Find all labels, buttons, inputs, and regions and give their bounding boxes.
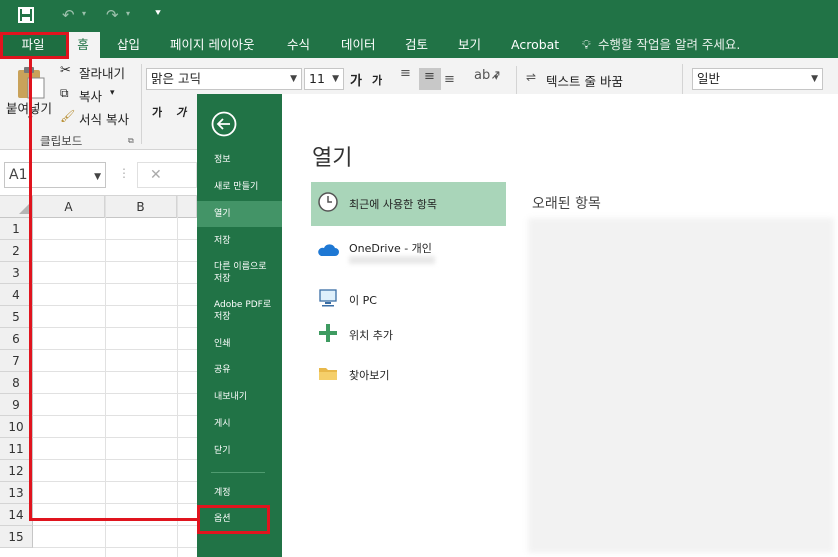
- tab-data[interactable]: 데이터: [341, 32, 376, 58]
- cloud-icon: [318, 244, 339, 256]
- number-format-value: 일반: [697, 71, 721, 86]
- save-icon[interactable]: [18, 7, 34, 23]
- tab-view[interactable]: 보기: [458, 32, 481, 58]
- tab-acrobat[interactable]: Acrobat: [511, 32, 559, 58]
- wrap-text-icon: ⇌: [526, 70, 537, 84]
- column-header-a[interactable]: A: [33, 196, 105, 218]
- tab-insert[interactable]: 삽입: [117, 32, 140, 58]
- bold-button[interactable]: 가: [152, 104, 162, 120]
- tell-me-box[interactable]: 수행할 작업을 알려 주세요.: [598, 32, 740, 58]
- nav-print[interactable]: 인쇄: [197, 338, 282, 350]
- clipboard-launcher-icon[interactable]: ⧉: [128, 136, 134, 146]
- number-format-combo[interactable]: 일반 ▼: [692, 68, 823, 90]
- location-add-place[interactable]: 위치 추가: [311, 313, 506, 357]
- column-header-b[interactable]: B: [105, 196, 177, 218]
- computer-icon: [319, 289, 337, 307]
- nav-publish[interactable]: 게시: [197, 418, 282, 430]
- group-divider: [141, 64, 142, 144]
- title-bar: ↶ ▾ ↷ ▾ ⯆: [0, 0, 838, 32]
- font-name-combo[interactable]: 맑은 고딕 ▼: [146, 68, 302, 90]
- blurred-account: [349, 256, 435, 264]
- clipboard-group-label: 클립보드: [40, 134, 83, 148]
- undo-icon[interactable]: ↶: [62, 6, 75, 24]
- nav-save[interactable]: 저장: [197, 235, 282, 247]
- customize-icon[interactable]: ⯆: [154, 8, 162, 19]
- cut-button[interactable]: 잘라내기: [79, 63, 125, 82]
- font-size-value: 11: [309, 71, 325, 86]
- nav-save-as[interactable]: 다른 이름으로 저장: [197, 261, 282, 285]
- plus-icon: [319, 324, 337, 342]
- back-arrow-icon[interactable]: [211, 111, 237, 137]
- chevron-down-icon: ▼: [94, 172, 101, 182]
- ribbon-tabs: 파일 홈 삽입 페이지 레이아웃 수식 데이터 검토 보기 Acrobat 💡︎…: [0, 32, 838, 58]
- nav-share[interactable]: 공유: [197, 364, 282, 376]
- annotation-line: [29, 58, 32, 521]
- column-header-c[interactable]: [177, 196, 197, 218]
- nav-info[interactable]: 정보: [197, 154, 282, 166]
- backstage-open-panel: 열기 최근에 사용한 항목 OneDrive - 개인 이 PC 위치 추가 찾…: [282, 94, 838, 557]
- nav-close[interactable]: 닫기: [197, 445, 282, 457]
- shrink-font-button[interactable]: 가: [372, 72, 382, 88]
- format-painter-button[interactable]: 서식 복사: [79, 109, 129, 128]
- nav-export[interactable]: 내보내기: [197, 391, 282, 403]
- tab-page-layout[interactable]: 페이지 레이아웃: [170, 32, 254, 58]
- location-recent[interactable]: 최근에 사용한 항목: [311, 182, 506, 226]
- chevron-down-icon: ▼: [290, 74, 297, 84]
- chevron-down-icon: ▼: [332, 74, 339, 84]
- chevron-down-icon[interactable]: ▾: [494, 73, 499, 83]
- nav-save-as-pdf[interactable]: Adobe PDF로 저장: [197, 299, 282, 323]
- font-size-combo[interactable]: 11 ▼: [304, 68, 344, 90]
- cancel-icon[interactable]: ✕: [150, 167, 162, 183]
- copy-icon: ⧉: [60, 86, 69, 100]
- group-divider: [516, 66, 517, 94]
- format-painter-icon: 🖌︎: [60, 109, 76, 123]
- redo-icon[interactable]: ↷: [106, 6, 119, 24]
- location-onedrive[interactable]: OneDrive - 개인: [311, 230, 506, 274]
- copy-dropdown-icon[interactable]: ▾: [110, 88, 115, 98]
- location-browse[interactable]: 찾아보기: [311, 353, 506, 397]
- location-label: OneDrive - 개인: [349, 242, 432, 255]
- tab-formulas[interactable]: 수식: [287, 32, 310, 58]
- page-title: 열기: [312, 146, 353, 171]
- recent-heading: 오래된 항목: [532, 196, 601, 212]
- tab-home[interactable]: 홈: [66, 32, 100, 58]
- location-label: 최근에 사용한 항목: [349, 198, 437, 211]
- location-label: 찾아보기: [349, 369, 390, 382]
- italic-button[interactable]: 가: [176, 104, 186, 120]
- copy-button[interactable]: 복사: [79, 86, 102, 105]
- name-box-value: A1: [9, 167, 28, 183]
- location-label: 이 PC: [349, 294, 377, 307]
- row-header[interactable]: 15: [0, 526, 33, 548]
- align-bottom-icon[interactable]: ≡: [444, 72, 455, 87]
- redo-dropdown-icon[interactable]: ▾: [126, 9, 130, 18]
- wrap-text-button[interactable]: 텍스트 줄 바꿈: [546, 71, 623, 90]
- undo-dropdown-icon[interactable]: ▾: [82, 9, 86, 18]
- recent-files-list[interactable]: [528, 218, 834, 553]
- vertical-dots-icon: ⋮: [118, 166, 130, 180]
- options-highlight: [197, 505, 270, 534]
- nav-divider: [211, 472, 265, 473]
- corner-triangle-icon: [19, 204, 29, 214]
- name-box[interactable]: A1 ▼: [4, 162, 106, 188]
- grow-font-button[interactable]: 가: [350, 70, 362, 89]
- nav-open[interactable]: 열기: [197, 201, 282, 227]
- scissors-icon: ✂: [60, 63, 71, 78]
- chevron-down-icon: ▼: [811, 74, 818, 84]
- lightbulb-icon: 💡︎: [582, 37, 591, 52]
- align-top-icon[interactable]: ≡: [400, 66, 411, 81]
- align-middle-icon: ≡: [424, 69, 435, 84]
- nav-new[interactable]: 새로 만들기: [197, 181, 282, 193]
- clock-icon: [318, 192, 338, 212]
- formula-actions: ✕: [137, 162, 197, 188]
- backstage-nav: 정보 새로 만들기 열기 저장 다른 이름으로 저장 Adobe PDF로 저장…: [197, 94, 282, 557]
- tab-review[interactable]: 검토: [405, 32, 428, 58]
- annotation-line: [29, 518, 198, 521]
- location-label: 위치 추가: [349, 329, 393, 342]
- nav-account[interactable]: 계정: [197, 487, 282, 499]
- file-tab-highlight: [0, 32, 69, 59]
- font-name-value: 맑은 고딕: [151, 71, 201, 86]
- folder-icon: [319, 368, 337, 380]
